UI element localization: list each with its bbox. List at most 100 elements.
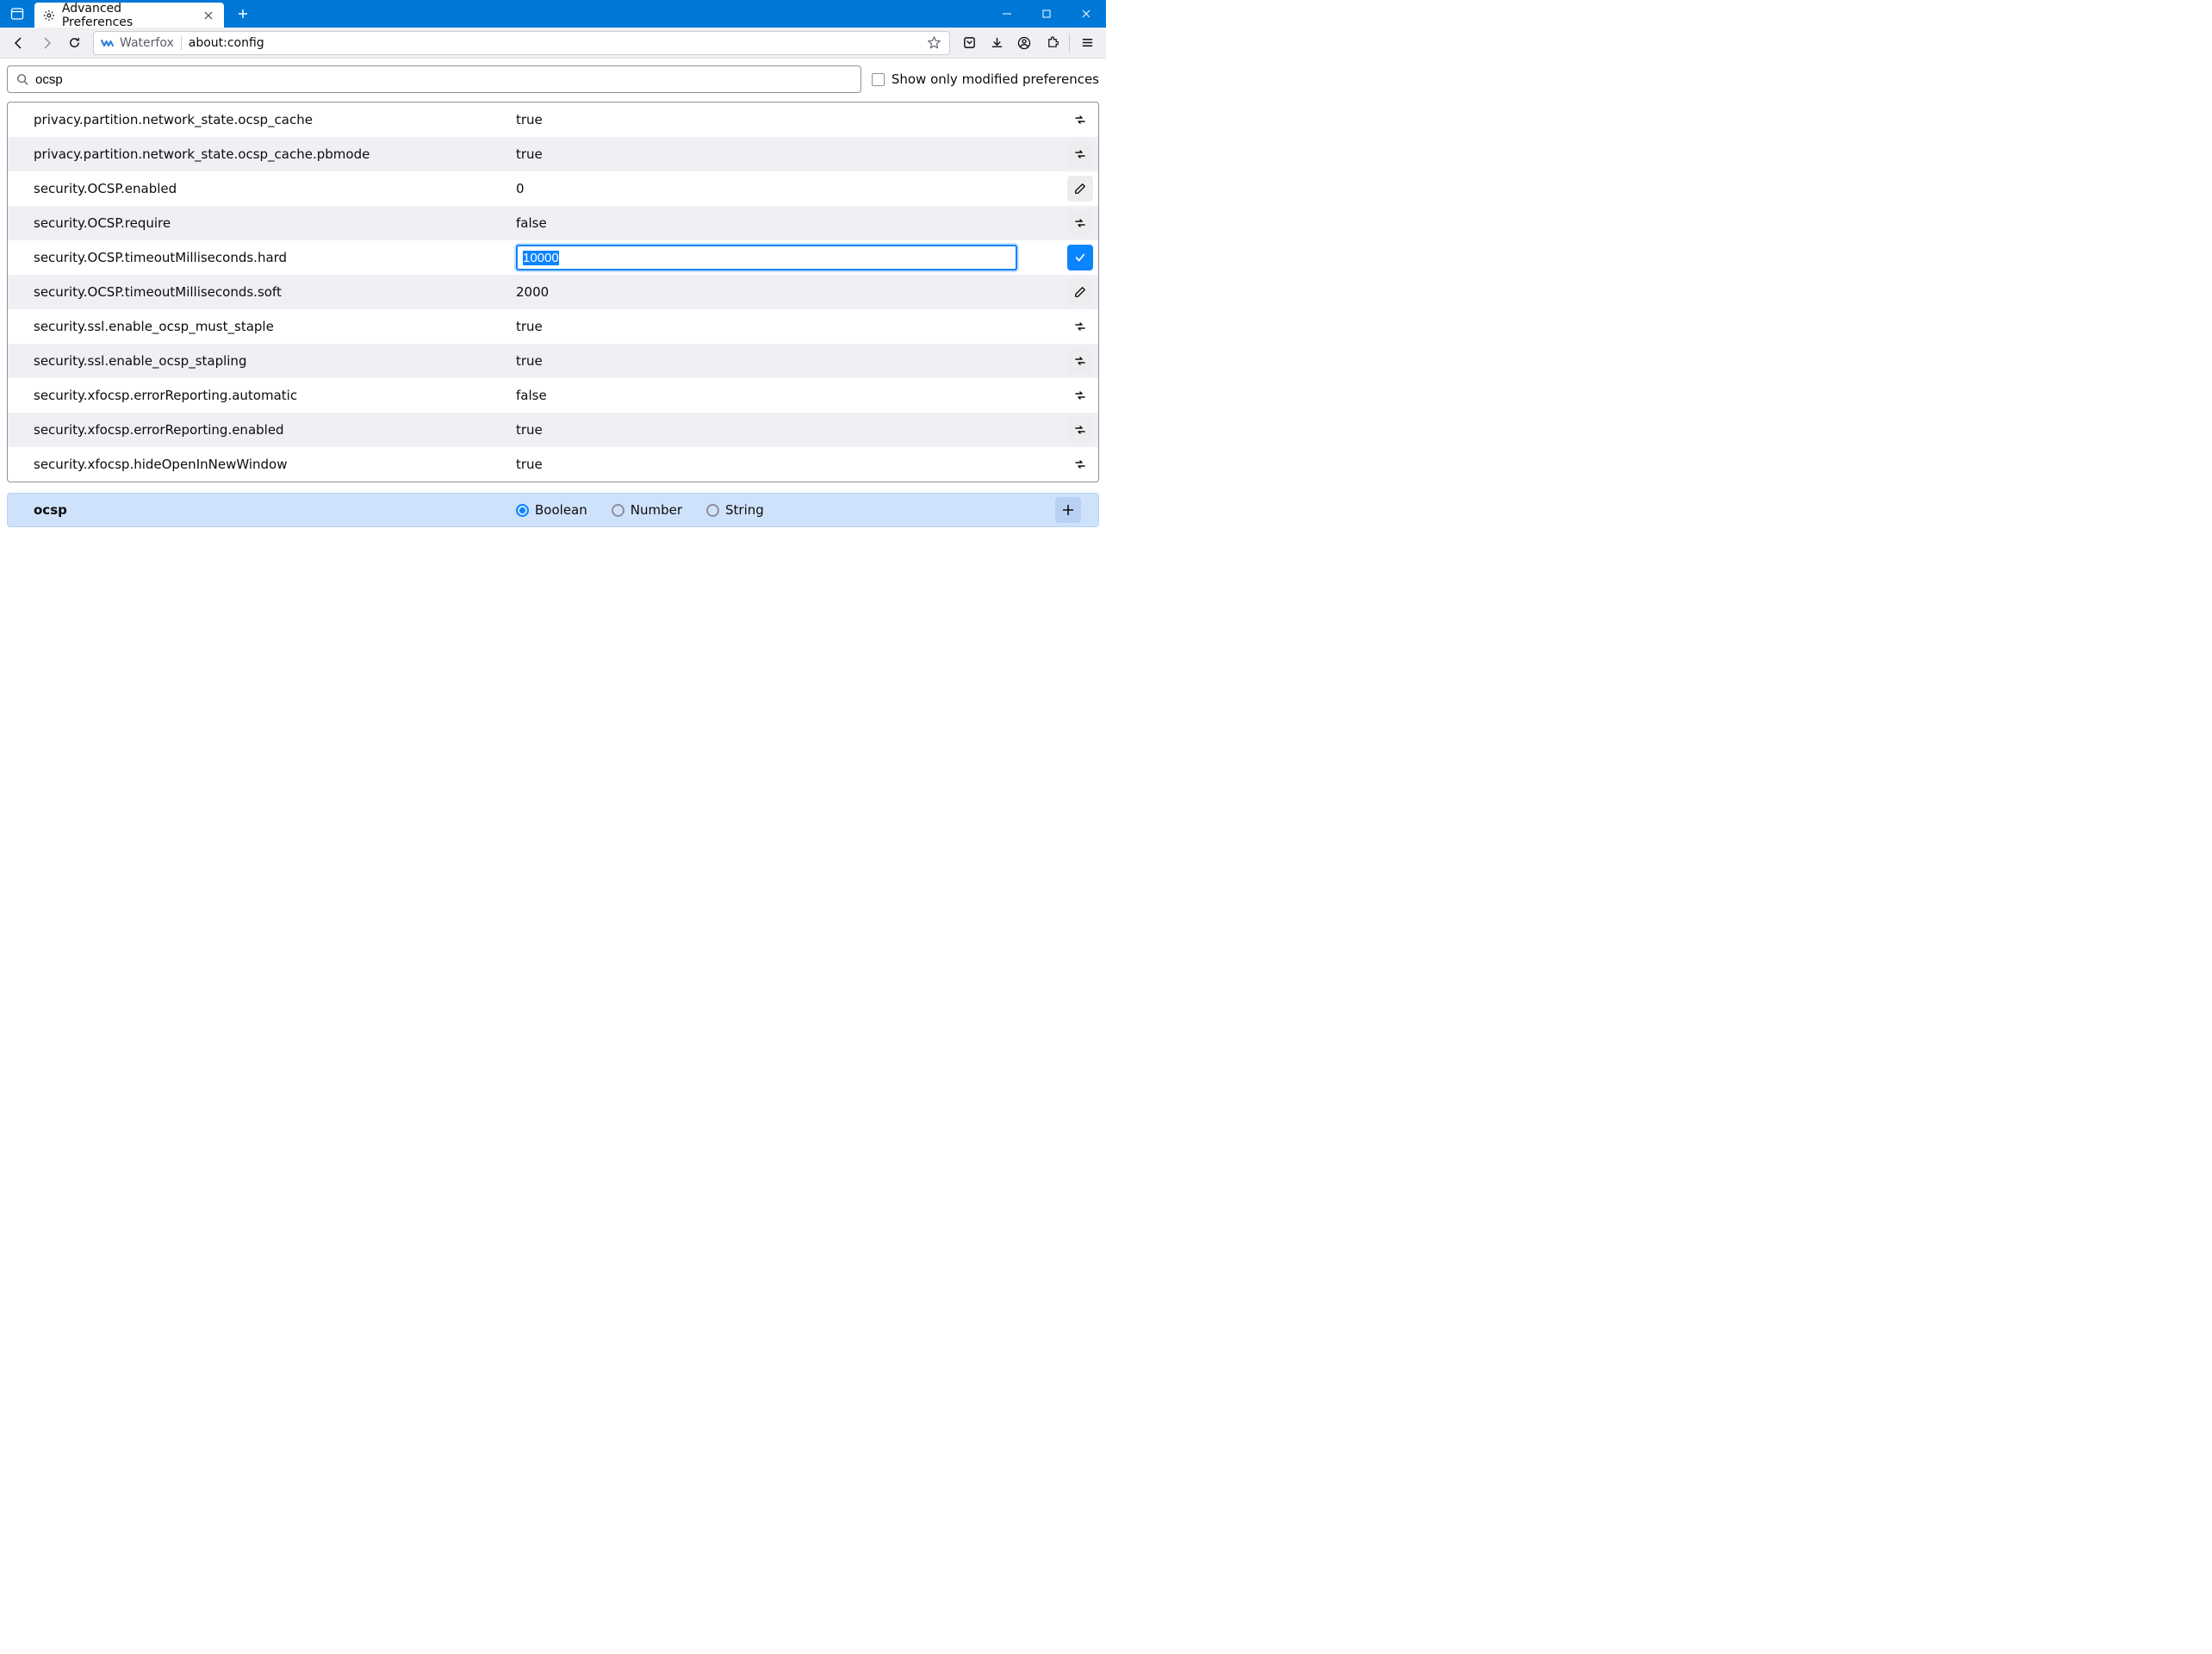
pref-name: privacy.partition.network_state.ocsp_cac… xyxy=(34,112,516,127)
pref-value: false xyxy=(516,215,1055,231)
toggle-button[interactable] xyxy=(1067,382,1093,408)
search-box[interactable] xyxy=(7,65,861,93)
forward-button[interactable] xyxy=(34,31,59,55)
close-window-button[interactable] xyxy=(1066,0,1106,28)
pref-row: privacy.partition.network_state.ocsp_cac… xyxy=(8,137,1098,171)
brand-name: Waterfox xyxy=(120,36,174,50)
radio-number[interactable]: Number xyxy=(612,502,682,518)
toggle-icon xyxy=(1073,457,1087,471)
toggle-button[interactable] xyxy=(1067,210,1093,236)
pref-row: security.xfocsp.hideOpenInNewWindowtrue xyxy=(8,447,1098,482)
pref-value: true xyxy=(516,353,1055,369)
radio-icon xyxy=(516,504,529,517)
toggle-button[interactable] xyxy=(1067,451,1093,477)
pref-name: security.xfocsp.hideOpenInNewWindow xyxy=(34,457,516,472)
radio-icon xyxy=(612,504,624,517)
pref-value: true xyxy=(516,457,1055,472)
titlebar: Advanced Preferences xyxy=(0,0,1106,28)
minimize-button[interactable] xyxy=(987,0,1027,28)
add-pref-name: ocsp xyxy=(34,502,516,518)
pref-row: security.OCSP.requirefalse xyxy=(8,206,1098,240)
save-to-pocket-button[interactable] xyxy=(957,31,981,55)
account-icon xyxy=(1017,36,1031,50)
star-icon xyxy=(928,36,941,49)
pref-row: security.xfocsp.errorReporting.enabledtr… xyxy=(8,413,1098,447)
toggle-button[interactable] xyxy=(1067,314,1093,339)
url-identity[interactable]: Waterfox xyxy=(101,36,182,50)
pref-row: security.xfocsp.errorReporting.automatic… xyxy=(8,378,1098,413)
maximize-button[interactable] xyxy=(1027,0,1066,28)
back-button[interactable] xyxy=(7,31,31,55)
firefox-view-icon xyxy=(10,7,24,21)
pref-name: security.ssl.enable_ocsp_stapling xyxy=(34,353,516,369)
app-menu-button[interactable] xyxy=(1075,31,1099,55)
tab-title: Advanced Preferences xyxy=(62,2,195,29)
toggle-icon xyxy=(1073,147,1087,161)
about-config-page: Show only modified preferences privacy.p… xyxy=(0,59,1106,827)
toggle-button[interactable] xyxy=(1067,141,1093,167)
tab-close-button[interactable] xyxy=(202,9,215,22)
gear-icon xyxy=(43,9,55,22)
toggle-button[interactable] xyxy=(1067,107,1093,133)
tab-active[interactable]: Advanced Preferences xyxy=(34,3,224,28)
show-modified-checkbox[interactable]: Show only modified preferences xyxy=(872,72,1099,87)
edit-button[interactable] xyxy=(1067,176,1093,202)
radio-string[interactable]: String xyxy=(706,502,764,518)
window-controls xyxy=(987,0,1106,28)
waterfox-logo-icon xyxy=(101,36,115,50)
search-input[interactable] xyxy=(35,72,852,87)
check-icon xyxy=(1074,252,1086,264)
toggle-icon xyxy=(1073,113,1087,127)
pref-name: security.OCSP.timeoutMilliseconds.soft xyxy=(34,284,516,300)
toggle-icon xyxy=(1073,389,1087,402)
toggle-button[interactable] xyxy=(1067,348,1093,374)
show-modified-label: Show only modified preferences xyxy=(892,72,1099,87)
account-button[interactable] xyxy=(1012,31,1036,55)
hamburger-icon xyxy=(1081,36,1094,49)
prefs-table: privacy.partition.network_state.ocsp_cac… xyxy=(7,102,1099,482)
pref-name: security.xfocsp.errorReporting.automatic xyxy=(34,388,516,403)
toggle-icon xyxy=(1073,216,1087,230)
toggle-icon xyxy=(1073,354,1087,368)
arrow-right-icon xyxy=(40,36,53,50)
pref-row: security.OCSP.enabled0 xyxy=(8,171,1098,206)
toggle-button[interactable] xyxy=(1067,417,1093,443)
new-tab-button[interactable] xyxy=(231,0,255,28)
toggle-icon xyxy=(1073,320,1087,333)
pref-value: 2000 xyxy=(516,284,1055,300)
extensions-button[interactable] xyxy=(1040,31,1064,55)
url-text: about:config xyxy=(189,36,918,50)
close-icon xyxy=(1082,9,1090,18)
navbar: Waterfox about:config xyxy=(0,28,1106,59)
edit-button[interactable] xyxy=(1067,279,1093,305)
reload-button[interactable] xyxy=(62,31,86,55)
save-button[interactable] xyxy=(1067,245,1093,270)
reload-icon xyxy=(68,36,81,49)
firefox-view-button[interactable] xyxy=(0,0,34,28)
pencil-icon xyxy=(1074,183,1086,195)
pref-row: security.OCSP.timeoutMilliseconds.hard xyxy=(8,240,1098,275)
checkbox-icon xyxy=(872,73,885,86)
search-row: Show only modified preferences xyxy=(7,65,1099,93)
pref-value: true xyxy=(516,112,1055,127)
pref-name: security.OCSP.enabled xyxy=(34,181,516,196)
radio-boolean[interactable]: Boolean xyxy=(516,502,587,518)
pref-value: true xyxy=(516,146,1055,162)
add-pref-button[interactable] xyxy=(1055,497,1081,523)
close-icon xyxy=(204,11,213,20)
plus-icon xyxy=(1062,504,1074,516)
pref-value-input[interactable] xyxy=(516,245,1017,270)
pref-name: privacy.partition.network_state.ocsp_cac… xyxy=(34,146,516,162)
bookmark-button[interactable] xyxy=(925,36,942,49)
pref-value xyxy=(516,245,1055,270)
downloads-button[interactable] xyxy=(985,31,1009,55)
search-icon xyxy=(16,73,28,85)
download-icon xyxy=(991,36,1003,49)
minimize-icon xyxy=(1003,9,1011,18)
pref-name: security.OCSP.timeoutMilliseconds.hard xyxy=(34,250,516,265)
url-bar[interactable]: Waterfox about:config xyxy=(93,31,950,55)
add-pref-type-radios: Boolean Number String xyxy=(516,502,1055,518)
pref-row: privacy.partition.network_state.ocsp_cac… xyxy=(8,103,1098,137)
pref-value: true xyxy=(516,422,1055,438)
pref-row: security.ssl.enable_ocsp_staplingtrue xyxy=(8,344,1098,378)
